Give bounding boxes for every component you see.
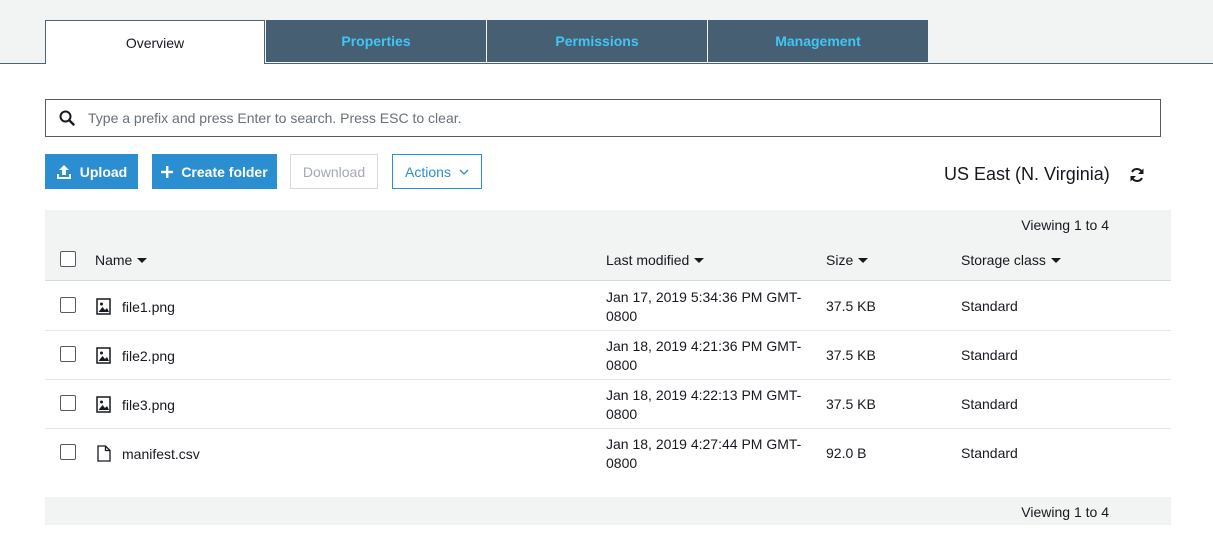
column-header-label: Storage class xyxy=(961,252,1046,268)
search-box xyxy=(45,99,1161,137)
table-row[interactable]: file3.png Jan 18, 2019 4:22:13 PM GMT-08… xyxy=(45,380,1171,429)
region-label: US East (N. Virginia) xyxy=(944,164,1110,184)
table-row[interactable]: manifest.csv Jan 18, 2019 4:27:44 PM GMT… xyxy=(45,429,1171,478)
file-name-link[interactable]: file1.png xyxy=(122,299,175,315)
pagination-top: Viewing 1 to 4 xyxy=(45,210,1171,238)
pagination-bottom: Viewing 1 to 4 xyxy=(45,497,1171,525)
pagination-text: Viewing 1 to 4 xyxy=(1021,217,1109,233)
last-modified: Jan 18, 2019 4:27:44 PM GMT-0800 xyxy=(606,436,802,471)
search-icon xyxy=(46,100,88,136)
upload-label: Upload xyxy=(79,163,128,180)
row-checkbox[interactable] xyxy=(60,297,76,313)
image-file-icon xyxy=(96,298,112,315)
select-all-checkbox[interactable] xyxy=(60,251,76,267)
actions-label: Actions xyxy=(405,163,451,180)
document-file-icon xyxy=(96,445,112,462)
table-row[interactable]: file1.png Jan 17, 2019 5:34:36 PM GMT-08… xyxy=(45,282,1171,331)
storage-class: Standard xyxy=(961,396,1018,412)
file-size: 37.5 KB xyxy=(826,347,876,363)
tab-properties[interactable]: Properties xyxy=(266,20,486,62)
last-modified: Jan 17, 2019 5:34:36 PM GMT-0800 xyxy=(606,289,802,324)
actions-dropdown[interactable]: Actions xyxy=(392,154,482,189)
chevron-down-icon xyxy=(459,169,469,175)
sort-caret-icon xyxy=(858,258,869,263)
file-size: 92.0 B xyxy=(826,445,867,461)
sort-caret-icon xyxy=(694,258,705,263)
column-header-label: Name xyxy=(95,252,133,268)
last-modified: Jan 18, 2019 4:21:36 PM GMT-0800 xyxy=(606,338,802,373)
file-name-link[interactable]: file3.png xyxy=(122,397,175,413)
tab-bar: Overview Properties Permissions Manageme… xyxy=(0,0,1213,64)
storage-class: Standard xyxy=(961,298,1018,314)
column-header-modified[interactable]: Last modified xyxy=(606,252,705,268)
file-name-link[interactable]: manifest.csv xyxy=(122,446,200,462)
download-button[interactable]: Download xyxy=(290,154,378,189)
tab-management[interactable]: Management xyxy=(708,20,928,62)
sort-caret-icon xyxy=(137,258,148,263)
file-name-link[interactable]: file2.png xyxy=(122,348,175,364)
column-header-label: Last modified xyxy=(606,252,690,268)
image-file-icon xyxy=(96,396,112,413)
column-header-storage-class[interactable]: Storage class xyxy=(961,252,1061,268)
upload-icon xyxy=(56,164,72,180)
column-header-label: Size xyxy=(826,252,854,268)
refresh-icon[interactable] xyxy=(1128,166,1146,184)
create-folder-label: Create folder xyxy=(181,163,268,180)
table-header: Name Last modified Size Storage class xyxy=(45,238,1171,281)
sort-caret-icon xyxy=(1050,258,1061,263)
search-input[interactable] xyxy=(88,100,1160,136)
tab-overview[interactable]: Overview xyxy=(45,20,265,64)
tab-permissions[interactable]: Permissions xyxy=(487,20,707,62)
create-folder-button[interactable]: Create folder xyxy=(152,154,277,189)
column-header-name[interactable]: Name xyxy=(95,252,148,268)
table-row[interactable]: file2.png Jan 18, 2019 4:21:36 PM GMT-08… xyxy=(45,331,1171,380)
file-size: 37.5 KB xyxy=(826,396,876,412)
image-file-icon xyxy=(96,347,112,364)
file-size: 37.5 KB xyxy=(826,298,876,314)
storage-class: Standard xyxy=(961,347,1018,363)
column-header-size[interactable]: Size xyxy=(826,252,869,268)
plus-icon xyxy=(161,165,174,178)
row-checkbox[interactable] xyxy=(60,395,76,411)
upload-button[interactable]: Upload xyxy=(45,154,138,189)
row-checkbox[interactable] xyxy=(60,444,76,460)
storage-class: Standard xyxy=(961,445,1018,461)
last-modified: Jan 18, 2019 4:22:13 PM GMT-0800 xyxy=(606,387,802,422)
pagination-text: Viewing 1 to 4 xyxy=(1021,504,1109,520)
row-checkbox[interactable] xyxy=(60,346,76,362)
